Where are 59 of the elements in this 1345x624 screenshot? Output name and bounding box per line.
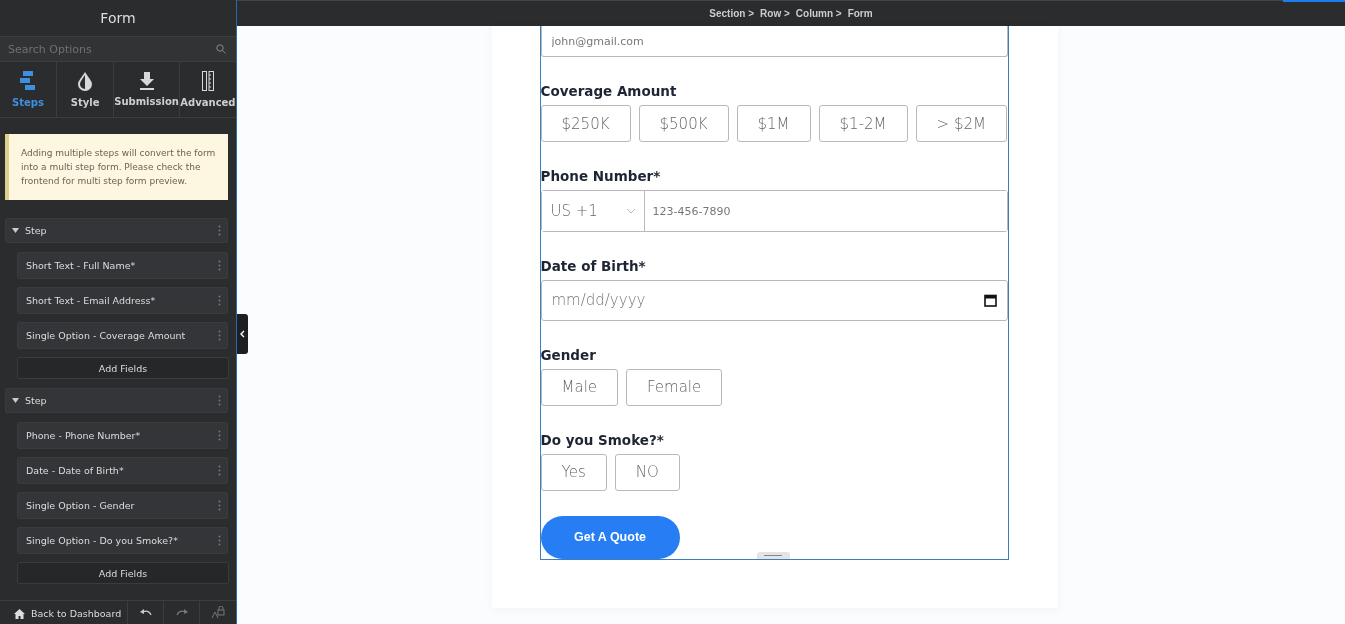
caret-icon[interactable] [12, 228, 19, 233]
option-button[interactable]: $1-2M [818, 105, 908, 143]
option-button[interactable]: Female [626, 368, 723, 406]
lock-icon [211, 606, 225, 619]
notice-message: Adding multiple steps will convert the form into a multi step form. Please check the frontend for multi step form preview. [5, 134, 228, 200]
search-input[interactable]: Search Options [8, 42, 216, 56]
field-item[interactable]: Single Option - Gender [17, 492, 228, 519]
calendar-icon[interactable] [983, 293, 997, 307]
submit-button[interactable]: Get A Quote [540, 515, 680, 559]
country-select[interactable]: US +1 [541, 191, 645, 231]
search-icon [216, 44, 226, 54]
field-label: Date of Birth* [540, 257, 647, 274]
option-button[interactable]: NO [614, 453, 680, 491]
steps-icon [20, 71, 37, 91]
option-button[interactable]: $250K [540, 105, 631, 143]
chevron-left-icon [240, 330, 245, 338]
field-item[interactable]: Phone - Phone Number* [17, 422, 228, 449]
field-label: Coverage Amount [540, 83, 678, 100]
back-link[interactable]: Back to Dashboard [0, 601, 128, 624]
panel-tab[interactable]: Style [57, 62, 115, 117]
step-header[interactable]: Step [5, 218, 228, 243]
panel-tab[interactable]: Advanced [179, 62, 236, 117]
redo-icon [175, 608, 188, 617]
field-item[interactable]: Single Option - Do you Smoke?* [17, 527, 228, 554]
add-fields-button[interactable]: Add Fields [17, 562, 229, 584]
resize-handle[interactable] [756, 552, 790, 559]
undo-icon [139, 608, 152, 617]
caret-icon[interactable] [12, 398, 19, 403]
email-field[interactable]: john@gmail.com [540, 26, 1008, 58]
breadcrumb-item[interactable]: Row > [760, 8, 790, 19]
progress-strip [1283, 0, 1345, 2]
panel-tab[interactable]: Submission [114, 62, 180, 117]
panel-tab[interactable]: Steps [0, 62, 58, 117]
breadcrumb-item[interactable]: Column > [795, 8, 842, 19]
ruler-icon [201, 71, 214, 91]
option-button[interactable]: Yes [540, 453, 607, 491]
download-icon [139, 72, 154, 90]
option-button[interactable]: $500K [638, 105, 729, 143]
phone-field[interactable]: US +1 123-456-7890 [540, 190, 1008, 232]
drop-icon [78, 71, 93, 91]
field-item[interactable]: Date - Date of Birth* [17, 457, 228, 484]
chevron-down-icon [625, 208, 636, 214]
date-field[interactable]: mm/dd/yyyy [540, 279, 1008, 321]
home-icon [14, 608, 25, 619]
search-field[interactable]: Search Options [0, 37, 236, 62]
option-button[interactable]: Male [540, 368, 619, 406]
field-item[interactable]: Single Option - Coverage Amount [17, 322, 228, 349]
collapse-button[interactable] [237, 314, 248, 354]
breadcrumb-item[interactable]: Form [847, 8, 873, 19]
add-fields-button[interactable]: Add Fields [17, 357, 229, 379]
field-item[interactable]: Short Text - Full Name* [17, 252, 228, 279]
field-item[interactable]: Short Text - Email Address* [17, 287, 228, 314]
step-header[interactable]: Step [5, 388, 228, 413]
field-label: Phone Number* [540, 168, 662, 185]
field-label: Gender [540, 346, 597, 363]
option-button[interactable]: $1M [736, 105, 811, 143]
field-label: Do you Smoke?* [540, 431, 665, 448]
breadcrumb-item[interactable]: Section > [709, 8, 755, 19]
option-button[interactable]: > $2M [915, 105, 1007, 143]
